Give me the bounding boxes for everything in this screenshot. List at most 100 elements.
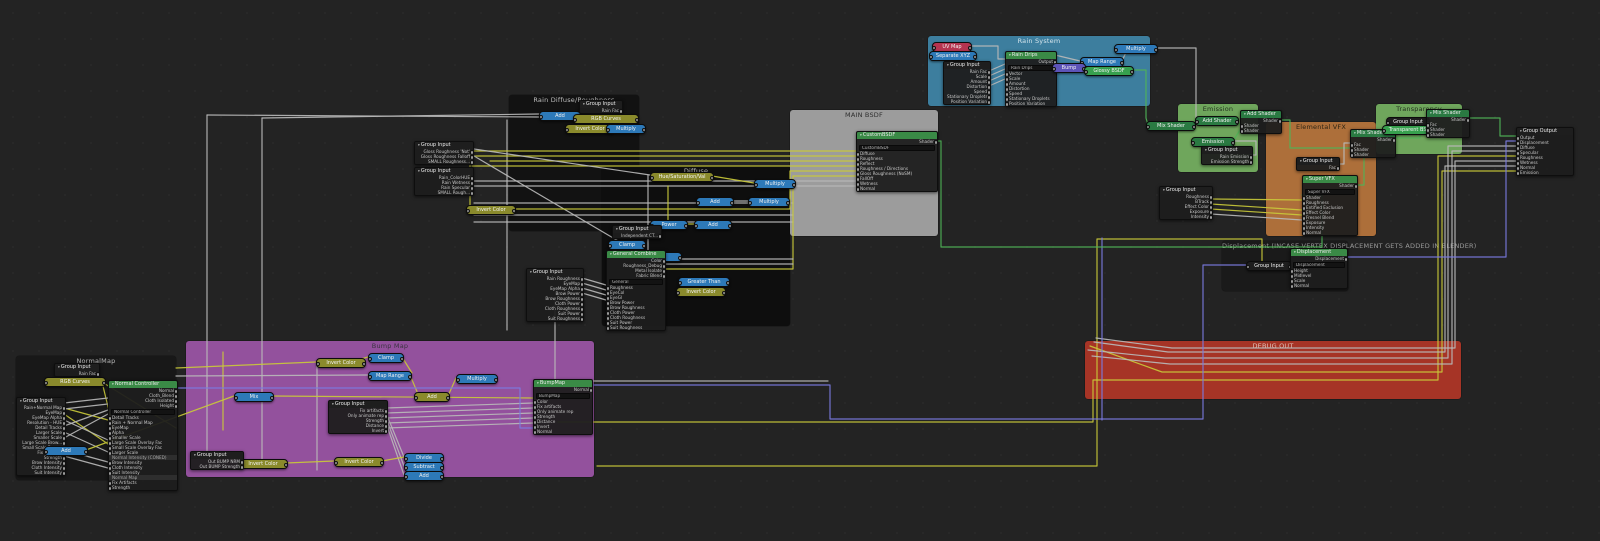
- node-greater-than[interactable]: Greater Than: [678, 277, 730, 287]
- node-group-output[interactable]: Group OutputOutputDisplacementDiffuseSpe…: [1516, 127, 1574, 176]
- node-label: Add: [555, 113, 565, 119]
- socket-sel-bumpmap-group[interactable]: BumpMap: [536, 392, 590, 399]
- node-gi-bump-1[interactable]: Group InputFix artifactsOnly animate rep…: [328, 400, 388, 434]
- node-general-combine[interactable]: General CombineColorRoughness_DebugMetal…: [606, 250, 666, 331]
- node-custom-bsdf[interactable]: CustomBSDFShaderCustomBSDFDiffuseRoughne…: [856, 131, 938, 192]
- node-rgb-curves-nm[interactable]: RGB Curves: [44, 377, 106, 387]
- node-header-general-combine[interactable]: General Combine: [607, 251, 665, 258]
- node-header-super-vfx[interactable]: Super VFX: [1303, 176, 1357, 183]
- socket-sel-displacement-group[interactable]: Displacement: [1293, 261, 1345, 268]
- node-add-shader-1[interactable]: Add Shader: [1195, 116, 1239, 126]
- node-gi-normalmap[interactable]: Group InputRain+Normal MapEyeMapEyeMap A…: [16, 397, 66, 476]
- node-label: Subtract: [413, 464, 435, 470]
- node-clamp-bm[interactable]: Clamp: [368, 353, 404, 363]
- node-header-bumpmap-group[interactable]: BumpMap: [534, 380, 592, 387]
- node-header-gi-normalmap[interactable]: Group Input: [17, 398, 65, 405]
- node-glossy-bsdf[interactable]: Glossy BSDF: [1084, 66, 1134, 76]
- node-gi-rain-color[interactable]: Group InputRain_ColorHUERain WetnessRain…: [414, 167, 474, 196]
- node-gi-rain-sys[interactable]: Group InputRain FacScaleAmountDistortion…: [943, 61, 991, 105]
- socket-in-displacement-group: Normal: [1291, 283, 1347, 288]
- node-multiply-d1[interactable]: Multiply: [754, 179, 796, 189]
- node-separate-xyz[interactable]: Separate XYZ: [929, 51, 977, 61]
- node-invert-3[interactable]: Invert Color: [238, 459, 288, 469]
- node-gi-gloss[interactable]: Group InputGloss Roughness 'Not'Gloss Ro…: [414, 141, 474, 165]
- node-header-gi-rain-rough[interactable]: Group Input: [527, 269, 583, 276]
- socket-sel-super-vfx[interactable]: Super VFX: [1305, 188, 1355, 195]
- node-gi-disp[interactable]: Group Input: [1246, 261, 1292, 271]
- node-header-gi-rainfac-nm[interactable]: Group Input: [55, 364, 99, 371]
- node-displacement-group[interactable]: DisplacementDisplacementDisplacementHeig…: [1290, 248, 1348, 289]
- node-header-rain-drips[interactable]: Rain Drips: [1006, 52, 1056, 59]
- node-header-gi-rain-color[interactable]: Group Input: [415, 168, 473, 175]
- socket-sel-custom-bsdf[interactable]: CustomBSDF: [859, 144, 935, 151]
- node-header-gi-bump-1[interactable]: Group Input: [329, 401, 387, 408]
- node-rgb-curves-rd[interactable]: RGB Curves: [573, 114, 639, 124]
- node-gi-independent[interactable]: Group InputIndependent CT...: [612, 225, 662, 239]
- node-label: Mix Shader: [1157, 123, 1185, 129]
- node-clamp-d[interactable]: Clamp: [608, 240, 646, 250]
- node-label: Power: [661, 222, 677, 228]
- socket-sel-rain-drips[interactable]: Rain Drips: [1008, 64, 1054, 71]
- node-mix-shader-3[interactable]: Mix ShaderShaderFacShaderShader: [1426, 109, 1470, 138]
- node-header-gi-bump-2[interactable]: Group Input: [191, 452, 243, 459]
- node-header-gi-rain-sys[interactable]: Group Input: [944, 62, 990, 69]
- frame-title-main-bsdf: MAIN BSDF: [845, 111, 883, 119]
- node-add-bm-yellow[interactable]: Add: [414, 392, 450, 402]
- node-gi-fac[interactable]: Group InputFac: [1296, 157, 1340, 171]
- socket-out-super-vfx: Shader: [1303, 183, 1357, 188]
- node-add-bm2[interactable]: Add: [404, 471, 444, 481]
- socket-out-gi-effect: Intensity: [1160, 214, 1212, 219]
- node-gi-effect[interactable]: Group InputRoughnessBTrackEffect ColorEx…: [1159, 186, 1213, 220]
- node-super-vfx[interactable]: Super VFXShaderSuper VFXShaderRoughnessE…: [1302, 175, 1358, 236]
- node-invert-d[interactable]: Invert Color: [676, 287, 726, 297]
- node-map-range-bm[interactable]: Map Range: [368, 371, 412, 381]
- socket-in-bumpmap-group: Normal: [534, 429, 592, 434]
- node-bump-rs[interactable]: Bump: [1052, 63, 1086, 73]
- node-rain-drips[interactable]: Rain DripsOutputRain DripsVectorScaleAmo…: [1005, 51, 1057, 107]
- node-multiply-bm[interactable]: Multiply: [456, 374, 498, 384]
- node-header-group-output[interactable]: Group Output: [1517, 128, 1573, 135]
- node-gi-bump-2[interactable]: Group InputOut BUMP NRMOut BUMP Strength: [190, 451, 244, 470]
- node-header-gi-effect[interactable]: Group Input: [1160, 187, 1212, 194]
- node-huesat[interactable]: Hue/Saturation/Val: [650, 172, 714, 182]
- socket-out-general-combine: Fabric Blend: [607, 273, 665, 278]
- node-gi-rd[interactable]: Group InputRain Fac: [579, 100, 623, 114]
- node-label: Add: [419, 473, 429, 479]
- node-editor-canvas[interactable]: NormalMap Bump Map Rain Diffuse/Roughness D…: [0, 0, 1600, 541]
- node-add-nm[interactable]: Add: [44, 446, 88, 456]
- node-invert-2[interactable]: Invert Color: [334, 457, 384, 467]
- node-header-gi-rd[interactable]: Group Input: [580, 101, 622, 108]
- node-header-add-shader-2[interactable]: Add Shader: [1241, 111, 1281, 118]
- node-header-custom-bsdf[interactable]: CustomBSDF: [857, 132, 937, 139]
- node-multiply-rs[interactable]: Multiply: [1114, 44, 1158, 54]
- node-header-gi-gloss[interactable]: Group Input: [415, 142, 473, 149]
- node-multiply-d2[interactable]: Multiply: [748, 197, 790, 207]
- node-header-gi-emission[interactable]: Group Input: [1202, 147, 1252, 154]
- socket-sel-normal-controller[interactable]: Normal Controller: [111, 408, 175, 415]
- node-gi-rainfac-nm[interactable]: Group InputRain Fac: [54, 363, 100, 377]
- socket-sel-general-combine[interactable]: General: [609, 278, 663, 285]
- socket-out-bumpmap-group: Normal: [534, 387, 592, 392]
- node-bumpmap-group[interactable]: BumpMapNormalBumpMapColorFix artifactsOn…: [533, 379, 593, 435]
- node-header-normal-controller[interactable]: Normal Controller: [109, 381, 177, 388]
- node-header-gi-independent[interactable]: Group Input: [613, 226, 661, 233]
- node-invert-mid[interactable]: Invert Color: [466, 205, 516, 215]
- node-invert-1[interactable]: Invert Color: [316, 358, 366, 368]
- node-add-d1[interactable]: Add: [696, 197, 734, 207]
- node-add-shader-2[interactable]: Add ShaderShaderShaderShader: [1240, 110, 1282, 134]
- frame-debug-out[interactable]: DEBUG OUT: [1085, 341, 1461, 399]
- node-gi-rain-rough[interactable]: Group InputRain RoughnessEyeMapEyeMap Al…: [526, 268, 584, 322]
- node-mix-bm[interactable]: Mix: [234, 392, 274, 402]
- node-header-displacement-group[interactable]: Displacement: [1291, 249, 1347, 256]
- socket-out-custom-bsdf: Shader: [857, 139, 937, 144]
- wire: [206, 114, 540, 118]
- node-header-gi-fac[interactable]: Group Input: [1297, 158, 1339, 165]
- node-mix-shader-1[interactable]: Mix Shader: [1146, 121, 1196, 131]
- node-label: Invert Color: [476, 207, 506, 213]
- node-normal-controller[interactable]: Normal ControllerNormalCloth_BlendCloth …: [108, 380, 178, 491]
- node-header-mix-shader-3[interactable]: Mix Shader: [1427, 110, 1469, 117]
- node-add-d2[interactable]: Add: [694, 220, 732, 230]
- node-multiply-rd[interactable]: Multiply: [606, 124, 646, 134]
- node-label: Emission: [1201, 139, 1225, 145]
- node-gi-emission[interactable]: Group InputRain EmissionEmission Strengt…: [1201, 146, 1253, 165]
